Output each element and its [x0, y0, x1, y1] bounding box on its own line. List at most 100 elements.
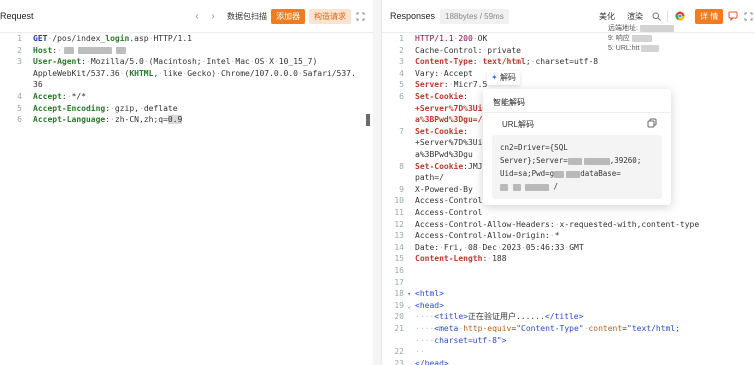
code-token: +Server%7D%3 — [415, 103, 473, 113]
code-token: Access-Control-Allow-Origin: — [415, 231, 550, 241]
remote-info-overlay: 远端地址: 9: 响应 5: URL:htt — [608, 24, 755, 54]
code-token: ···· — [415, 312, 435, 322]
code-text: Host:· — [33, 45, 126, 57]
decode-button[interactable]: ✦ 解码 — [487, 71, 520, 85]
code-line: 12 Access-Control-Allow-Headers:·x-reques… — [382, 219, 755, 231]
code-line: 2 Host:· — [0, 45, 373, 57]
packet-scan-button[interactable]: 数据包扫描 — [222, 9, 272, 24]
code-line: 3 User-Agent:·Mozilla/5.0·(Macintosh;·Int… — [0, 56, 373, 68]
decode-label: 解码 — [499, 73, 516, 82]
code-text: Set-Cookie: — [415, 91, 468, 103]
code-token: Access-Control — [415, 208, 483, 217]
code-token: · — [57, 45, 62, 55]
code-token: GET — [33, 34, 48, 43]
code-token: /pos/index_ — [52, 34, 106, 43]
fold-toggle-icon[interactable]: ⌄ — [407, 302, 411, 310]
code-token: deflate — [143, 103, 178, 113]
code-token: charset=utf-8"> — [434, 335, 507, 345]
decoded-line: cn2=Driver={SQL — [500, 143, 568, 152]
code-token: User-Agent — [33, 57, 82, 67]
code-token: 10_15_7) — [278, 57, 318, 67]
line-number: 4 — [17, 92, 22, 101]
code-text: path=/ — [415, 172, 444, 184]
request-toolbar: Request ‹ › 数据包扫描 添加器 构造请求 — [0, 0, 373, 33]
code-line: 1 GET·/pos/index_login.asp·HTTP/1.1 — [0, 33, 373, 45]
code-token: 7.5 — [472, 80, 488, 90]
code-text: Access-Control-Allow-Origin:·* — [415, 230, 560, 242]
code-text: ····<title>正在验证用户......</title> — [415, 311, 583, 323]
chrome-icon[interactable] — [673, 9, 687, 24]
code-line: 15 Content-Length:·188 — [382, 253, 755, 265]
request-editor[interactable]: 1 GET·/pos/index_login.asp·HTTP/1.1 2 Host:… — [0, 33, 373, 365]
code-text: Access-Control-Allow-Headers:·x-requeste… — [415, 219, 699, 231]
code-token: <title> — [434, 312, 468, 322]
redacted-host — [115, 46, 126, 54]
add-button[interactable]: 添加器 — [271, 9, 305, 24]
code-token: OS — [254, 57, 265, 67]
code-text: ····<meta·http-equiv="Content-Type"·cont… — [415, 323, 680, 335]
code-token: a%3BPwd%3Dgu — [415, 150, 473, 159]
code-text: </head> — [415, 358, 449, 365]
search-icon[interactable] — [649, 9, 663, 24]
code-text: a%3BPwd%3Dgu — [415, 149, 473, 161]
line-number: 6 — [17, 115, 22, 125]
prev-arrow-icon[interactable]: ‹ — [190, 9, 204, 24]
code-text: HTTP/1.1·200·OK — [415, 33, 487, 45]
code-line: 4 Vary:·Accept — [382, 68, 755, 80]
expand-icon[interactable] — [741, 9, 755, 24]
code-token: Set-Cookie — [415, 161, 464, 171]
copy-icon[interactable] — [647, 118, 657, 128]
panel-splitter[interactable] — [373, 0, 381, 365]
code-token: 0.9 — [167, 115, 183, 125]
code-text: a%3BPwd%3Dgu=/ — [415, 114, 482, 126]
line-number: 6 — [399, 92, 404, 101]
beautify-button[interactable]: 美化 — [594, 9, 620, 24]
code-token: like — [163, 68, 183, 78]
code-token: gzip, — [114, 103, 139, 113]
line-number: 1 — [399, 34, 404, 43]
line-number: 5 — [17, 103, 22, 113]
comment-icon[interactable] — [726, 9, 740, 24]
code-token: charset=utf-8 — [535, 57, 599, 67]
line-number: 8 — [399, 161, 404, 171]
code-token: Date: — [415, 242, 440, 252]
code-token: +Server%7D%3 — [415, 138, 473, 148]
code-token: Dec — [482, 242, 497, 252]
code-line: 14 Date:·Fri,·08·Dec·2023·05:46:33·GMT — [382, 242, 755, 254]
code-token: AppleWebKit/537.36 — [33, 68, 120, 78]
code-token: Intel — [206, 57, 231, 67]
url-decode-label: URL解码 — [502, 120, 535, 129]
code-token: Set-Cookie — [415, 92, 464, 101]
build-request-button[interactable]: 构造请求 — [309, 9, 351, 24]
code-text: ····charset=utf-8"> — [415, 335, 507, 347]
line-number: 16 — [394, 266, 404, 275]
code-token: HTTP/1.1 — [415, 34, 454, 43]
code-token: path=/ — [415, 173, 444, 183]
code-token: Fri, — [443, 242, 464, 252]
expand-icon[interactable] — [353, 9, 367, 24]
code-text: Accept-Language:·zh-CN,zh;q=0.9 — [33, 114, 183, 126]
next-arrow-icon[interactable]: › — [206, 9, 220, 24]
decoded-line: Server};Server= ,39260; — [500, 156, 642, 165]
code-token: text/html — [482, 57, 526, 67]
detail-button[interactable]: 详 情 — [695, 9, 724, 24]
code-text: Vary:·Accept — [415, 68, 473, 80]
code-token: Content-Length — [415, 254, 483, 264]
code-text: X-Powered-By — [415, 184, 473, 196]
code-text: Accept-Encoding:·gzip,·deflate — [33, 103, 178, 115]
code-token: ···· — [415, 335, 435, 345]
line-number: 2 — [399, 45, 404, 55]
line-number: 18 — [394, 289, 404, 299]
scroll-position-marker[interactable] — [366, 114, 370, 127]
line-number: 10 — [394, 196, 404, 206]
decoded-result-box[interactable]: cn2=Driver={SQL Server};Server= ,39260; U… — [492, 135, 662, 199]
code-text: Content-Type:·text/html;·charset=utf-8 — [415, 56, 598, 68]
fold-toggle-icon[interactable]: ▾ — [407, 290, 411, 298]
code-text: Content-Length:·188 — [415, 253, 507, 265]
code-line: 36 — [0, 79, 373, 91]
render-button[interactable]: 渲染 — [622, 9, 648, 24]
redacted-host — [63, 46, 74, 54]
code-token: GMT — [569, 242, 584, 252]
code-token: HTTP/1.1 — [153, 34, 192, 43]
code-token: </head> — [415, 358, 449, 365]
